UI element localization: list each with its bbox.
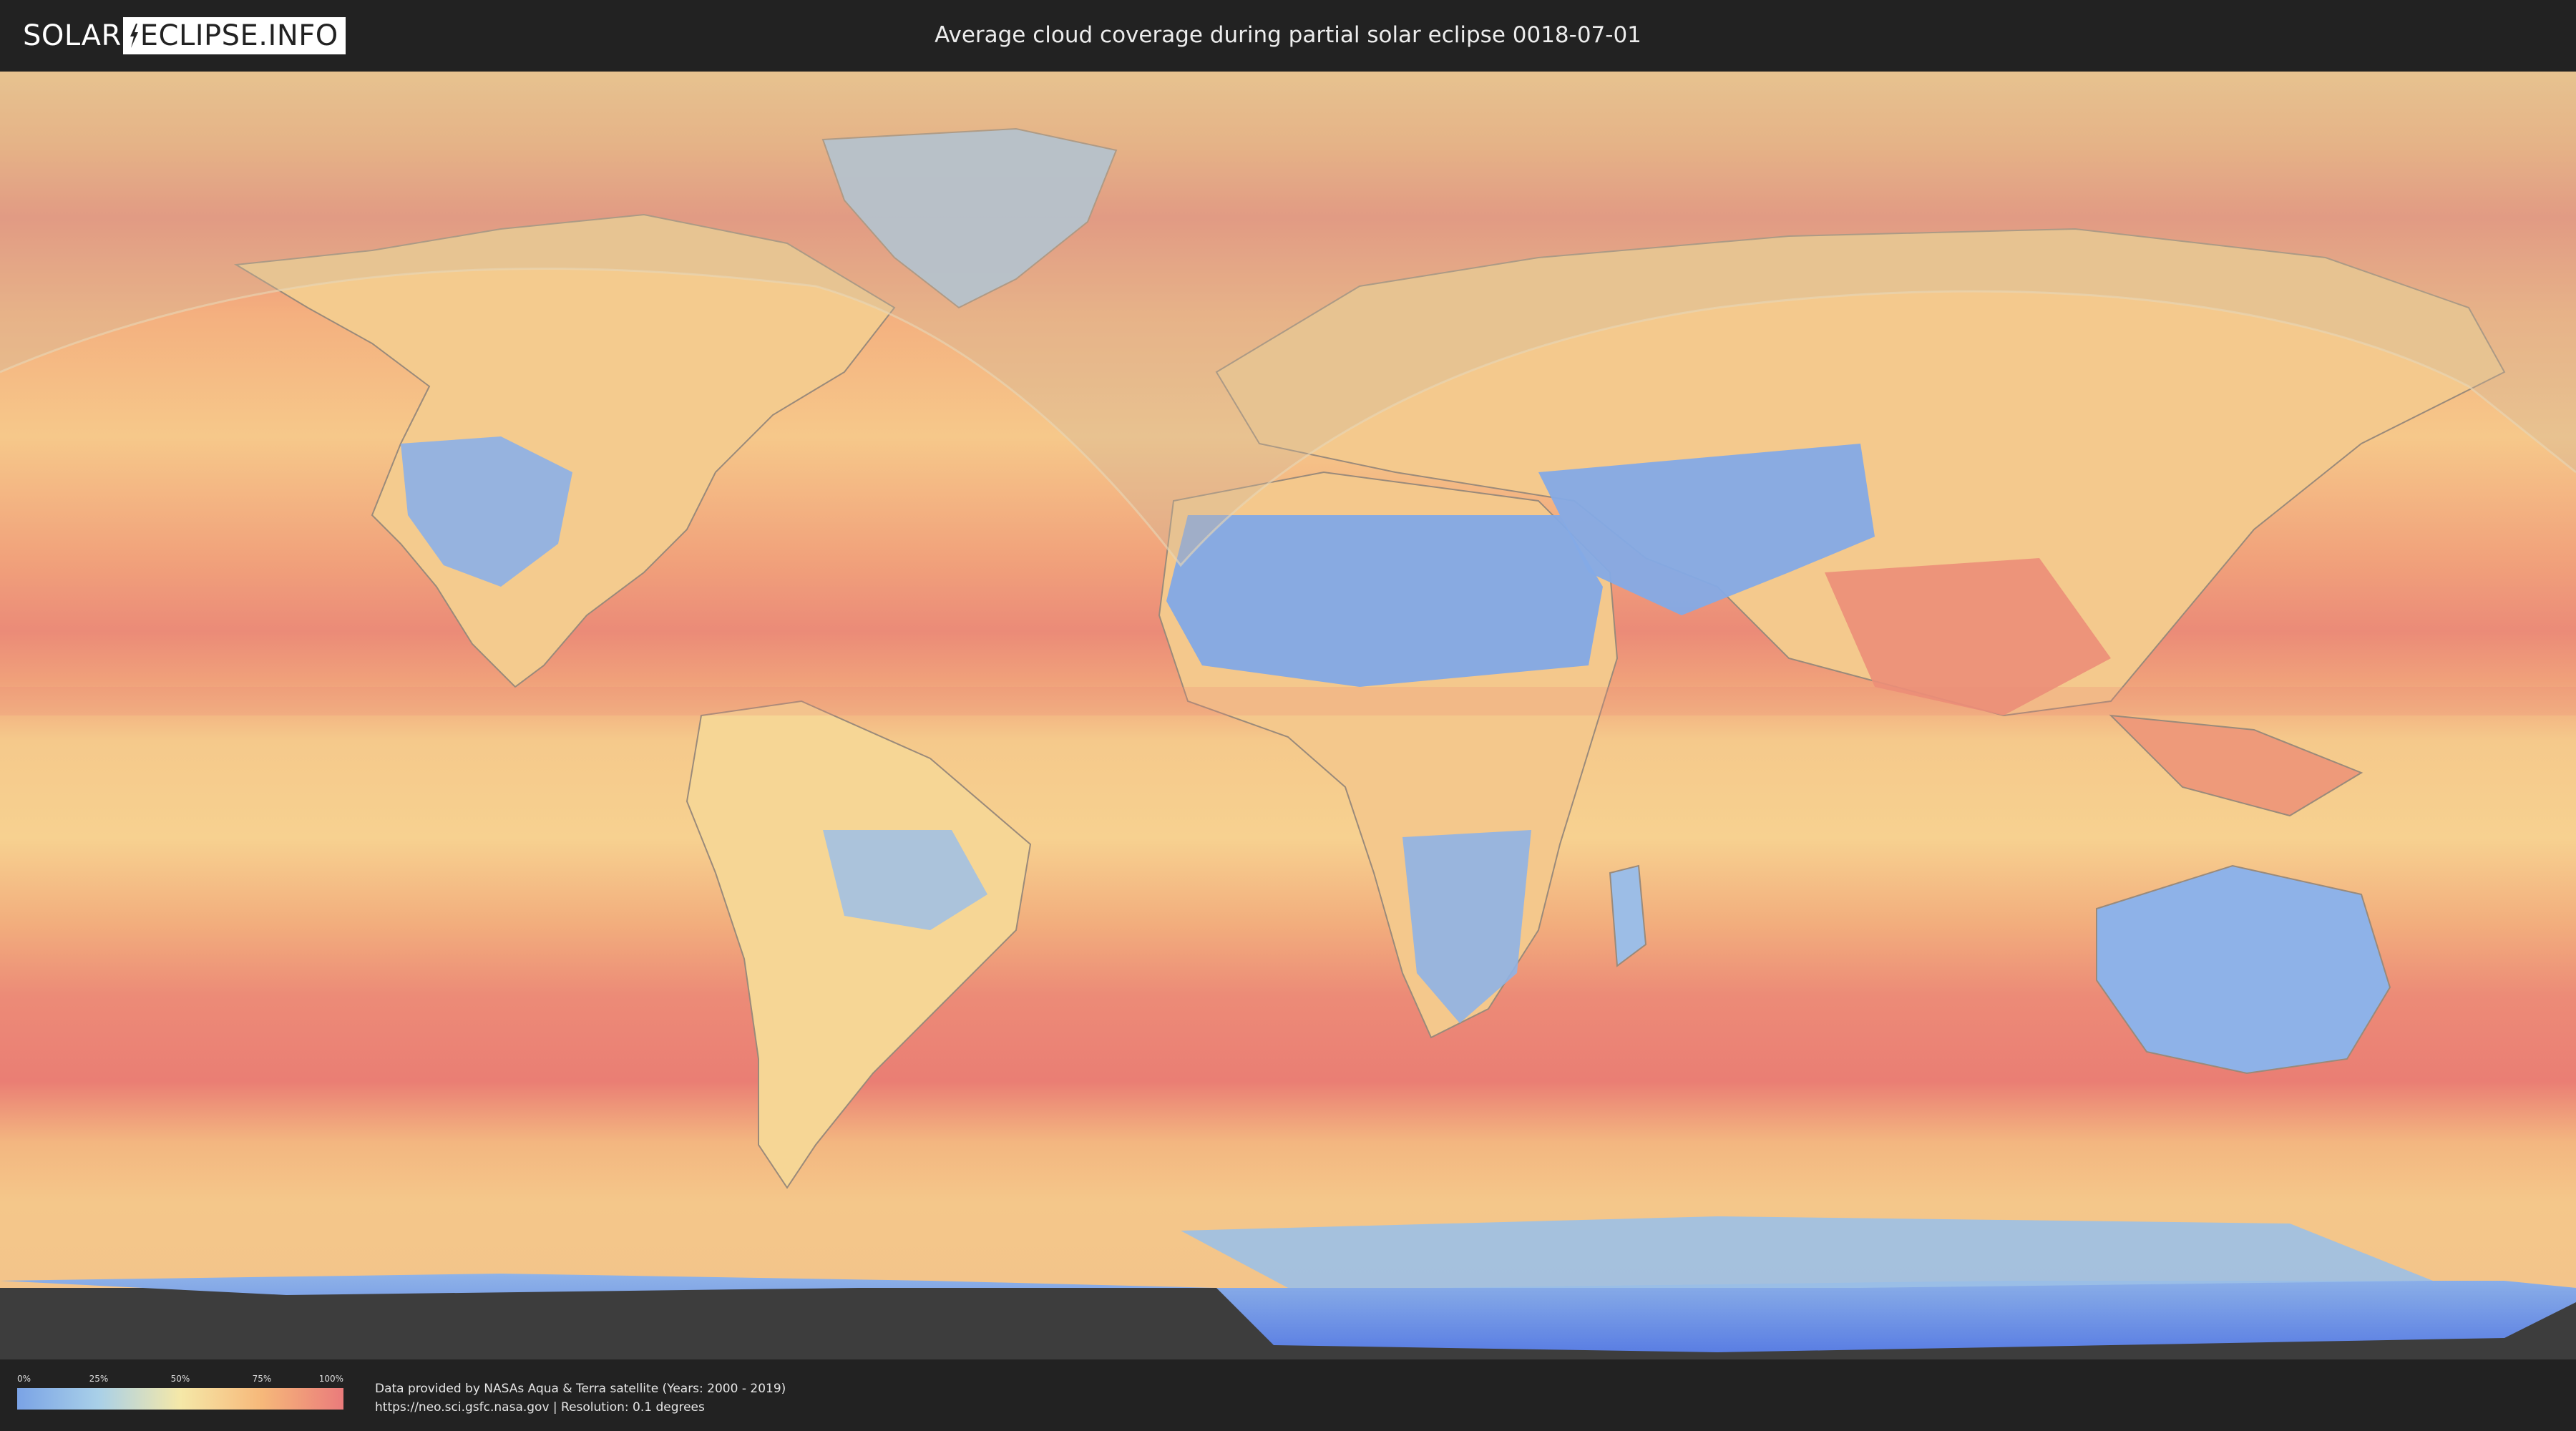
logo-text-eclipse-info: ECLIPSE.INFO: [122, 17, 346, 54]
site-logo[interactable]: SOLAR ECLIPSE.INFO: [23, 17, 346, 54]
color-legend: 0% 25% 50% 75% 100%: [17, 1374, 343, 1410]
region-sahara-dry: [1166, 515, 1603, 687]
legend-label-0: 0%: [17, 1374, 31, 1384]
legend-label-75: 75%: [252, 1374, 272, 1384]
credit-line-url[interactable]: https://neo.sci.gsfc.nasa.gov | Resoluti…: [375, 1398, 786, 1417]
legend-labels: 0% 25% 50% 75% 100%: [17, 1374, 343, 1388]
legend-label-100: 100%: [318, 1374, 343, 1384]
landmass-australia: [2096, 864, 2391, 1075]
footer-bar: 0% 25% 50% 75% 100% Data provided by NAS…: [0, 1359, 2576, 1431]
map-canvas: [0, 72, 2576, 1359]
logo-text-eclipse: ECLIPSE.INFO: [140, 19, 338, 52]
logo-bolt-icon: [130, 24, 138, 48]
legend-color-bar: [17, 1388, 343, 1410]
legend-label-50: 50%: [170, 1374, 190, 1384]
cloud-coverage-map[interactable]: [0, 72, 2576, 1359]
logo-text-solar: SOLAR: [23, 19, 122, 52]
data-credits: Data provided by NASAs Aqua & Terra sate…: [375, 1379, 786, 1417]
region-antarctic-plateau: [1181, 1216, 2433, 1288]
legend-label-25: 25%: [89, 1374, 109, 1384]
header-bar: SOLAR ECLIPSE.INFO Average cloud coverag…: [0, 0, 2576, 72]
credit-line-source: Data provided by NASAs Aqua & Terra sate…: [375, 1382, 786, 1396]
itcz-cloud-band: [0, 687, 2576, 716]
page-title: Average cloud coverage during partial so…: [935, 22, 1641, 48]
